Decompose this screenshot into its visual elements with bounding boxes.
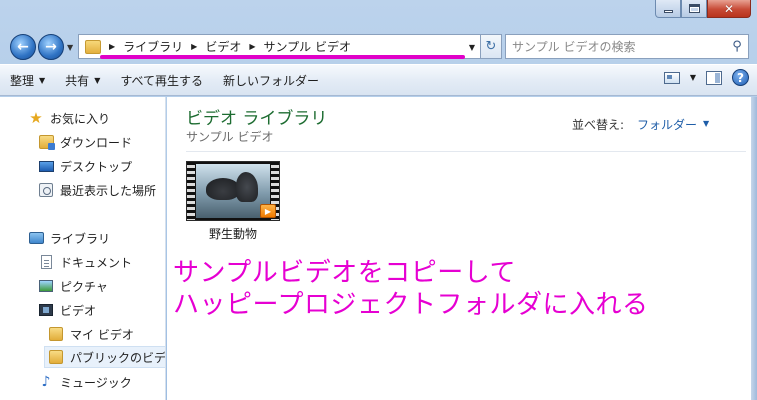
breadcrumb-library[interactable]: ライブラリ bbox=[123, 38, 183, 55]
thumbnail-subject bbox=[206, 178, 240, 200]
preview-pane-icon[interactable] bbox=[706, 70, 722, 85]
arrow-left-icon: ← bbox=[17, 39, 29, 55]
sidebar-item-label: 最近表示した場所 bbox=[60, 183, 157, 198]
command-bar: 整理 ▼ 共有 ▼ すべて再生する 新しいフォルダー ▼ ? bbox=[0, 64, 757, 96]
sidebar-item-music[interactable]: ♪ ミュージック bbox=[38, 371, 132, 393]
change-view-icon[interactable] bbox=[663, 71, 680, 84]
star-icon: ★ bbox=[29, 109, 43, 127]
minimize-button[interactable] bbox=[655, 0, 681, 18]
share-menu[interactable]: 共有 ▼ bbox=[55, 65, 110, 95]
maximize-button[interactable] bbox=[681, 0, 707, 18]
maximize-icon bbox=[688, 4, 700, 13]
sidebar-item-label: ミュージック bbox=[60, 375, 132, 390]
new-folder-label: 新しいフォルダー bbox=[223, 73, 320, 88]
chevron-down-icon: ▼ bbox=[39, 75, 46, 85]
sidebar-item-downloads[interactable]: ダウンロード bbox=[38, 131, 132, 153]
recent-places-icon bbox=[38, 182, 54, 198]
sidebar-item-label: ビデオ bbox=[60, 303, 97, 318]
music-icon: ♪ bbox=[41, 374, 51, 390]
download-folder-icon bbox=[38, 134, 55, 150]
chevron-down-icon[interactable]: ▼ bbox=[703, 119, 709, 128]
new-folder-button[interactable]: 新しいフォルダー bbox=[213, 65, 329, 95]
organize-menu[interactable]: 整理 ▼ bbox=[0, 65, 55, 95]
sort-label: 並べ替え: bbox=[572, 118, 625, 132]
window-border bbox=[751, 97, 757, 400]
search-box[interactable]: ⚲ bbox=[505, 34, 749, 59]
breadcrumb-sample-video[interactable]: サンプル ビデオ bbox=[264, 38, 351, 55]
desktop-icon bbox=[38, 158, 54, 174]
chevron-down-icon[interactable]: ▼ bbox=[690, 73, 696, 82]
organize-label: 整理 bbox=[10, 73, 35, 88]
sidebar-item-pictures[interactable]: ピクチャ bbox=[38, 275, 108, 297]
library-title: ビデオ ライブラリ bbox=[186, 109, 328, 129]
sidebar-item-label: パブリックのビデ bbox=[70, 350, 166, 365]
minimize-icon bbox=[663, 10, 673, 13]
sidebar-item-desktop[interactable]: デスクトップ bbox=[38, 155, 132, 177]
sidebar-item-favorites[interactable]: ★ お気に入り bbox=[28, 107, 110, 129]
play-all-label: すべて再生する bbox=[120, 73, 204, 88]
play-all-button[interactable]: すべて再生する bbox=[110, 65, 213, 95]
close-icon: ✕ bbox=[723, 1, 735, 16]
recent-pages-dropdown[interactable]: ▼ bbox=[67, 43, 73, 52]
annotation-underline bbox=[100, 55, 465, 59]
chevron-right-icon[interactable]: ▶ bbox=[191, 42, 197, 51]
sidebar-item-label: お気に入り bbox=[50, 111, 111, 126]
play-icon: ▶ bbox=[260, 204, 276, 218]
help-icon[interactable]: ? bbox=[732, 69, 749, 86]
annotation-text: サンプルビデオをコピーして ハッピープロジェクトフォルダに入れる bbox=[173, 257, 648, 321]
file-name-label[interactable]: 野生動物 bbox=[186, 225, 280, 242]
address-dropdown-icon[interactable]: ▼ bbox=[469, 43, 475, 52]
navigation-pane: ★ お気に入り ダウンロード デスクトップ 最近表示した場所 ライブラリ ドキュ… bbox=[0, 97, 166, 400]
sidebar-item-my-videos[interactable]: マイ ビデオ bbox=[48, 323, 134, 345]
thumbnail-image bbox=[196, 164, 270, 218]
sidebar-item-label: ダウンロード bbox=[60, 135, 133, 150]
sidebar-item-public-videos[interactable]: パブリックのビデ bbox=[44, 346, 166, 368]
video-thumbnail[interactable]: ▶ bbox=[186, 161, 280, 221]
film-strip-left bbox=[187, 162, 195, 220]
thumbnail-subject bbox=[236, 172, 258, 202]
breadcrumb-segment: ▶ サンプル ビデオ bbox=[249, 38, 351, 55]
caption-buttons: ✕ bbox=[655, 0, 751, 18]
sidebar-item-documents[interactable]: ドキュメント bbox=[38, 251, 132, 273]
chevron-right-icon[interactable]: ▶ bbox=[249, 42, 255, 51]
share-label: 共有 bbox=[65, 73, 90, 88]
annotation-line-1: サンプルビデオをコピーして bbox=[173, 258, 516, 288]
folder-icon bbox=[48, 326, 64, 342]
divider bbox=[186, 151, 746, 152]
sidebar-item-label: ピクチャ bbox=[60, 279, 108, 294]
arrow-right-icon: → bbox=[45, 39, 57, 55]
sort-dropdown[interactable]: フォルダー bbox=[637, 116, 697, 133]
video-icon bbox=[38, 302, 54, 318]
folder-icon bbox=[48, 349, 64, 365]
chevron-down-icon: ▼ bbox=[94, 75, 101, 85]
breadcrumb-video[interactable]: ビデオ bbox=[205, 38, 241, 55]
refresh-icon: ↻ bbox=[485, 39, 497, 54]
search-icon[interactable]: ⚲ bbox=[726, 39, 748, 54]
annotation-line-2: ハッピープロジェクトフォルダに入れる bbox=[173, 290, 649, 320]
back-button[interactable]: ← bbox=[10, 34, 36, 60]
view-controls: ▼ ? bbox=[663, 69, 749, 86]
sidebar-item-recent-places[interactable]: 最近表示した場所 bbox=[38, 179, 156, 201]
picture-icon bbox=[38, 278, 54, 294]
folder-icon bbox=[85, 39, 101, 54]
sidebar-item-label: ライブラリ bbox=[50, 231, 111, 246]
sidebar-item-videos[interactable]: ビデオ bbox=[38, 299, 96, 321]
forward-button[interactable]: → bbox=[38, 34, 64, 60]
refresh-button[interactable]: ↻ bbox=[480, 34, 502, 59]
sidebar-item-label: デスクトップ bbox=[60, 159, 133, 174]
content-pane: ビデオ ライブラリ サンプル ビデオ 並べ替え: フォルダー ▼ ▶ 野生動物 … bbox=[167, 97, 757, 400]
breadcrumb-segment: ▶ ビデオ bbox=[191, 38, 241, 55]
close-button[interactable]: ✕ bbox=[707, 0, 751, 18]
sidebar-item-label: マイ ビデオ bbox=[70, 327, 134, 342]
search-input[interactable] bbox=[506, 39, 726, 54]
chevron-right-icon[interactable]: ▶ bbox=[109, 42, 115, 51]
library-icon bbox=[28, 230, 44, 246]
breadcrumb: ▶ ライブラリ bbox=[109, 38, 183, 55]
sidebar-item-label: ドキュメント bbox=[60, 255, 133, 270]
window-frame: ✕ ← → ▼ ▶ ライブラリ ▶ ビデオ ▶ サンプル ビデオ ▼ ↻ ⚲ bbox=[0, 0, 757, 400]
document-icon bbox=[38, 254, 54, 270]
sidebar-item-libraries[interactable]: ライブラリ bbox=[28, 227, 110, 249]
library-subtitle: サンプル ビデオ bbox=[186, 130, 274, 144]
